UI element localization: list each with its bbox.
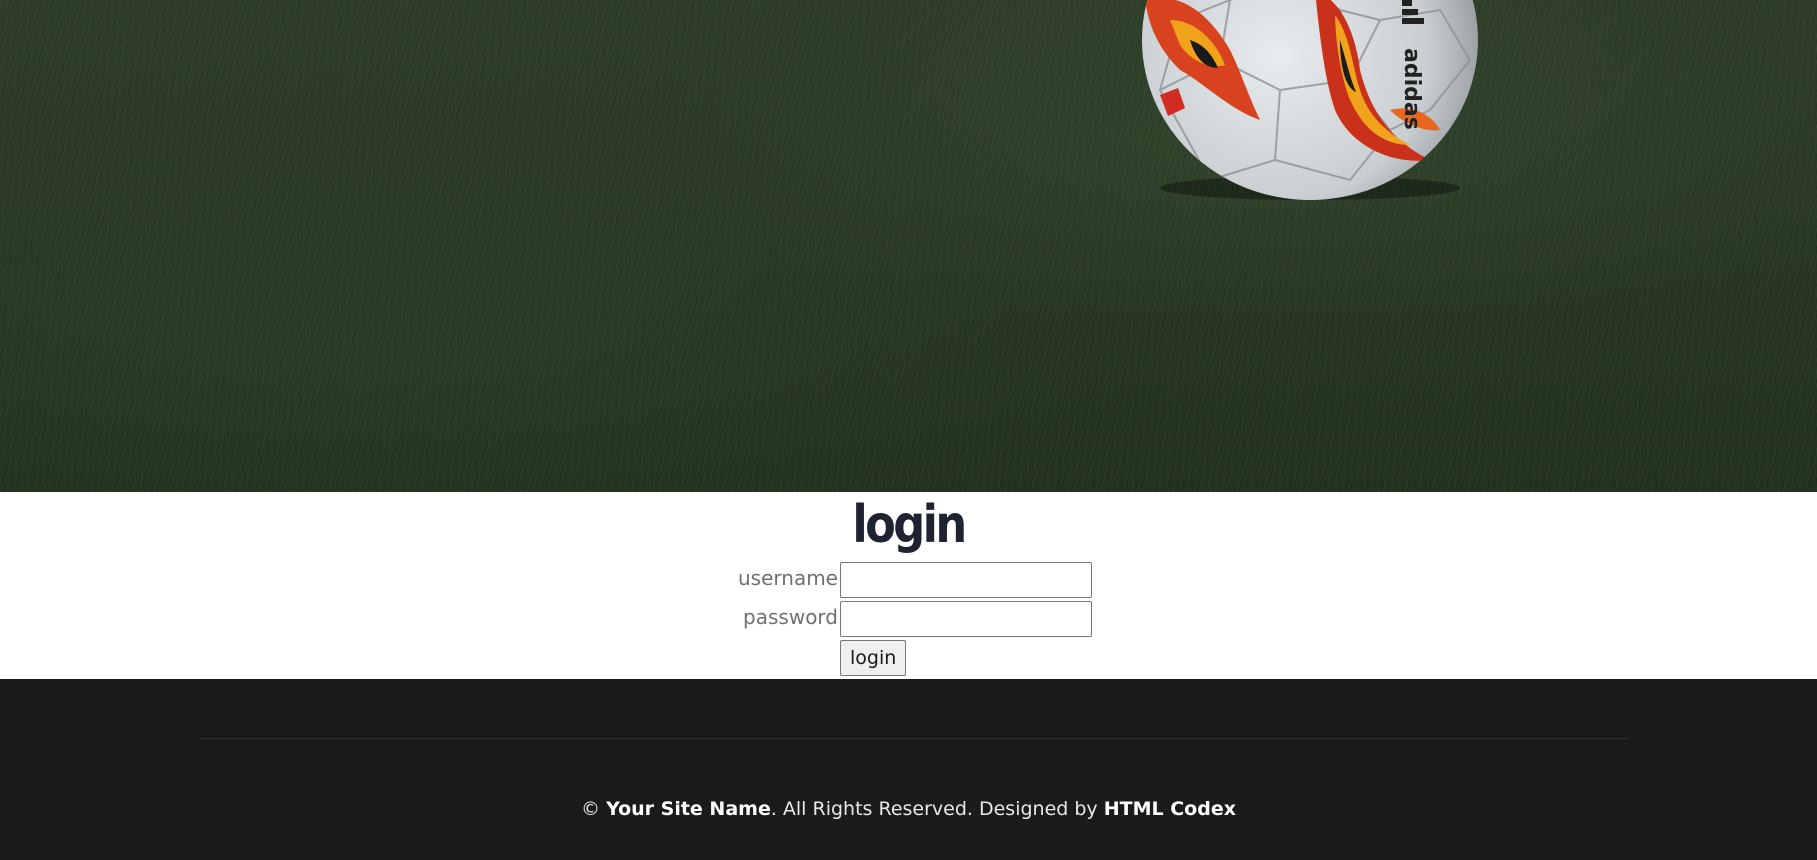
password-row: password bbox=[0, 601, 1817, 637]
rights-text: . All Rights Reserved. Designed by bbox=[770, 798, 1098, 820]
copyright-symbol: © bbox=[581, 798, 601, 820]
site-name-link[interactable]: Your Site Name bbox=[606, 798, 771, 820]
designer-link[interactable]: HTML Codex bbox=[1104, 798, 1236, 820]
password-label: password bbox=[743, 605, 838, 629]
username-row: username bbox=[0, 562, 1817, 598]
username-label: username bbox=[738, 566, 838, 590]
soccer-ball-icon: adidas bbox=[1142, 0, 1478, 200]
footer: © Your Site Name. All Rights Reserved. D… bbox=[0, 679, 1817, 860]
page: adidas login username password login © Y… bbox=[0, 0, 1817, 860]
hero-overlay bbox=[0, 0, 1817, 492]
login-title: login bbox=[852, 495, 967, 555]
login-section: login username password login bbox=[0, 492, 1817, 679]
copyright-text: © Your Site Name. All Rights Reserved. D… bbox=[0, 798, 1817, 820]
svg-text:adidas: adidas bbox=[1399, 48, 1424, 130]
password-input[interactable] bbox=[840, 601, 1092, 637]
login-button[interactable]: login bbox=[840, 640, 907, 676]
hero-banner: adidas bbox=[0, 0, 1817, 492]
footer-divider bbox=[200, 738, 1628, 739]
username-input[interactable] bbox=[840, 562, 1092, 598]
